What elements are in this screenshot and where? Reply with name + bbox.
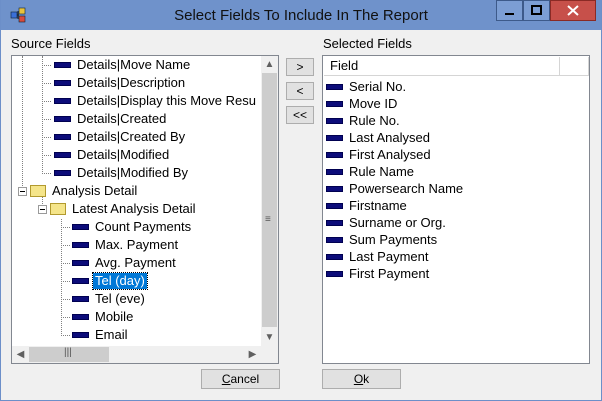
list-item[interactable]: Serial No. [326,78,408,95]
field-icon [326,134,343,141]
tree-item[interactable]: Details|Created By [42,128,187,146]
tree-item[interactable]: Email [61,326,130,344]
field-icon [326,83,343,90]
scroll-corner [261,346,278,363]
tree-item[interactable]: Details|Display this Move Resu [42,92,258,110]
maximize-button[interactable] [523,0,550,21]
list-item[interactable]: Last Analysed [326,129,432,146]
tree-folder-analysis-detail[interactable]: Analysis Detail [30,182,139,200]
grip-icon: ||| [64,347,72,358]
field-icon [326,185,343,192]
list-item[interactable]: Move ID [326,95,399,112]
field-icon [326,236,343,243]
field-icon [72,332,89,338]
folder-open-icon [30,185,46,197]
list-item[interactable]: Rule Name [326,163,416,180]
field-icon [54,62,71,68]
tree-item-selected[interactable]: Tel (day) [61,272,148,290]
field-icon [326,219,343,226]
list-item[interactable]: Powersearch Name [326,180,465,197]
field-icon [54,152,71,158]
minimize-button[interactable] [496,0,523,21]
tree-folder-latest-analysis-detail[interactable]: Latest Analysis Detail [50,200,198,218]
field-icon [54,80,71,86]
scroll-left-arrow-icon[interactable]: ◀ [12,346,29,363]
field-icon [72,260,89,266]
ok-button[interactable]: Ok [322,369,401,389]
list-item[interactable]: Firstname [326,197,409,214]
column-header-blank [560,57,589,76]
remove-all-button[interactable]: << [286,106,314,124]
list-item[interactable]: Surname or Org. [326,214,448,231]
field-icon [54,134,71,140]
dialog-window: Select Fields To Include In The Report S… [0,0,602,401]
maximize-icon [531,5,542,15]
tree-item[interactable]: Tel (eve) [61,290,147,308]
source-fields-tree[interactable]: Details|Move Name Details|Description De… [11,55,279,364]
tree-item[interactable]: Mobile [61,308,135,326]
field-icon [72,296,89,302]
scroll-down-arrow-icon[interactable]: ▼ [261,329,278,346]
list-item[interactable]: Rule No. [326,112,402,129]
title-bar[interactable]: Select Fields To Include In The Report [1,0,601,30]
field-icon [72,278,89,284]
close-button[interactable] [550,0,596,21]
field-icon [326,202,343,209]
tree-item[interactable]: Details|Description [42,74,187,92]
add-field-button[interactable]: > [286,58,314,76]
selected-fields-label: Selected Fields [323,36,412,51]
scroll-up-arrow-icon[interactable]: ▲ [261,56,278,73]
tree-item[interactable]: Count Payments [61,218,193,236]
grip-icon: ≡ [265,214,271,225]
tree-line [22,56,23,192]
source-fields-label: Source Fields [11,36,91,51]
list-item[interactable]: First Payment [326,265,431,282]
field-icon [326,253,343,260]
selected-fields-list[interactable]: Field Serial No. Move ID Rule No. Last A… [322,55,590,364]
scroll-right-arrow-icon[interactable]: ▶ [244,346,261,363]
horizontal-scrollbar[interactable]: ◀ ||| ▶ [12,346,261,363]
field-icon [326,117,343,124]
column-header-field[interactable]: Field [324,57,560,76]
field-icon [54,116,71,122]
collapse-toggle[interactable] [38,205,47,214]
list-item[interactable]: Last Payment [326,248,431,265]
tree-item[interactable]: Details|Created [42,110,168,128]
field-icon [326,270,343,277]
remove-field-button[interactable]: < [286,82,314,100]
field-icon [72,314,89,320]
tree-item[interactable]: Details|Move Name [42,56,192,74]
vertical-scrollbar[interactable]: ▲ ≡ ▼ [261,56,278,346]
tree-item[interactable]: Details|Modified [42,146,171,164]
collapse-toggle[interactable] [18,187,27,196]
tree-item[interactable]: Details|Modified By [42,164,190,182]
list-item[interactable]: First Analysed [326,146,433,163]
field-icon [72,224,89,230]
minimize-icon [505,13,514,15]
list-item[interactable]: Sum Payments [326,231,439,248]
tree-item[interactable]: Avg. Payment [61,254,178,272]
close-icon [567,5,579,16]
field-icon [326,168,343,175]
scroll-thumb[interactable] [262,73,277,327]
field-icon [326,100,343,107]
folder-open-icon [50,203,66,215]
cancel-button[interactable]: Cancel [201,369,280,389]
field-icon [54,170,71,176]
field-icon [54,98,71,104]
field-icon [326,151,343,158]
tree-item[interactable]: Max. Payment [61,236,180,254]
field-icon [72,242,89,248]
